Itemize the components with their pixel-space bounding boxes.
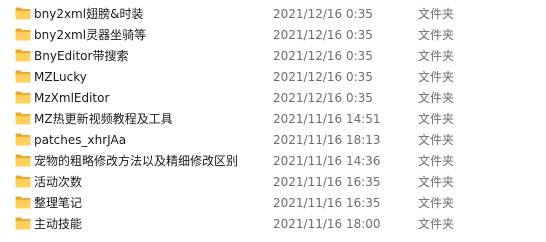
file-name: 整理笔记 [34, 196, 83, 210]
file-modified-date: 2021/12/16 0:35 [273, 7, 373, 21]
file-row[interactable]: 宠物的粗略修改方法以及精细修改区别 2021/11/16 14:36 文件夹 [0, 151, 546, 172]
file-modified-date: 2021/11/16 16:35 [273, 175, 381, 189]
folder-icon [15, 133, 31, 146]
file-type: 文件夹 [418, 7, 455, 21]
file-type: 文件夹 [418, 154, 455, 168]
file-row[interactable]: 活动次数 2021/11/16 16:35 文件夹 [0, 172, 546, 193]
folder-icon [15, 175, 31, 188]
file-name: bny2xml翅膀&时装 [34, 7, 144, 21]
file-modified-date: 2021/12/16 0:35 [273, 70, 373, 84]
file-name: BnyEditor带搜索 [34, 49, 129, 63]
file-row[interactable]: MZ热更新视频教程及工具 2021/11/16 14:51 文件夹 [0, 109, 546, 130]
folder-icon [15, 196, 31, 209]
file-type: 文件夹 [418, 133, 455, 147]
file-modified-date: 2021/12/16 0:35 [273, 49, 373, 63]
folder-icon [15, 7, 31, 20]
file-name: 活动次数 [34, 175, 83, 189]
file-name: patches_xhrJAa [34, 133, 127, 147]
file-modified-date: 2021/11/16 18:13 [273, 133, 381, 147]
file-list: bny2xml翅膀&时装 2021/12/16 0:35 文件夹 bny2xml… [0, 4, 546, 235]
file-name: bny2xml灵器坐骑等 [34, 28, 147, 42]
folder-icon [15, 28, 31, 41]
file-modified-date: 2021/11/16 14:51 [273, 112, 381, 126]
file-type: 文件夹 [418, 91, 455, 105]
file-name: MZLucky [34, 70, 87, 84]
file-type: 文件夹 [418, 112, 455, 126]
file-type: 文件夹 [418, 70, 455, 84]
file-row[interactable]: 整理笔记 2021/11/16 16:35 文件夹 [0, 193, 546, 214]
file-modified-date: 2021/12/16 0:35 [273, 91, 373, 105]
file-name: 主动技能 [34, 217, 83, 231]
folder-icon [15, 112, 31, 125]
folder-icon [15, 217, 31, 230]
file-name: MZ热更新视频教程及工具 [34, 112, 173, 126]
file-type: 文件夹 [418, 196, 455, 210]
file-row[interactable]: bny2xml灵器坐骑等 2021/12/16 0:35 文件夹 [0, 25, 546, 46]
file-type: 文件夹 [418, 217, 455, 231]
file-type: 文件夹 [418, 49, 455, 63]
file-type: 文件夹 [418, 175, 455, 189]
file-type: 文件夹 [418, 28, 455, 42]
file-modified-date: 2021/12/16 0:35 [273, 28, 373, 42]
folder-icon [15, 49, 31, 62]
file-name: 宠物的粗略修改方法以及精细修改区别 [34, 154, 239, 168]
file-name: MzXmlEditor [34, 91, 110, 105]
file-modified-date: 2021/11/16 18:00 [273, 217, 381, 231]
file-row[interactable]: bny2xml翅膀&时装 2021/12/16 0:35 文件夹 [0, 4, 546, 25]
file-row[interactable]: MZLucky 2021/12/16 0:35 文件夹 [0, 67, 546, 88]
file-modified-date: 2021/11/16 14:36 [273, 154, 381, 168]
file-row[interactable]: BnyEditor带搜索 2021/12/16 0:35 文件夹 [0, 46, 546, 67]
folder-icon [15, 91, 31, 104]
folder-icon [15, 154, 31, 167]
file-modified-date: 2021/11/16 16:35 [273, 196, 381, 210]
file-row[interactable]: MzXmlEditor 2021/12/16 0:35 文件夹 [0, 88, 546, 109]
file-row[interactable]: 主动技能 2021/11/16 18:00 文件夹 [0, 214, 546, 235]
file-row[interactable]: patches_xhrJAa 2021/11/16 18:13 文件夹 [0, 130, 546, 151]
folder-icon [15, 70, 31, 83]
